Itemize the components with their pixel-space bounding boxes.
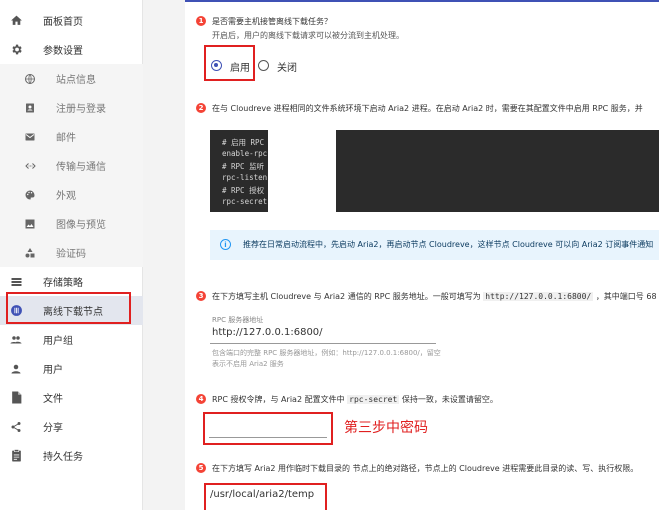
- step-badge-4: 4: [196, 394, 206, 404]
- sidebar-item-captcha[interactable]: 验证码: [0, 238, 143, 267]
- rpc-address-label: RPC 服务器地址: [212, 316, 264, 324]
- step3-code: http://127.0.0.1:6800/: [483, 292, 594, 301]
- shapes-icon: [23, 246, 37, 260]
- code-line: rpc-listen: [222, 173, 268, 182]
- group-icon: [9, 333, 23, 347]
- home-icon: [9, 14, 23, 28]
- storage-list-icon: [9, 275, 23, 289]
- sidebar-item-label: 外观: [56, 191, 76, 202]
- annotation-secret: 第三步中密码: [344, 420, 428, 436]
- step-badge-3: 3: [196, 291, 206, 301]
- gear-icon: [9, 43, 23, 57]
- step3-text-before: 在下方填写主机 Cloudreve 与 Aria2 通信的 RPC 服务地址。一…: [212, 292, 481, 301]
- sidebar: 面板首页 参数设置 站点信息 注册与登录 邮件 传输与通信 外观 图像与预览 验…: [0, 0, 143, 510]
- sidebar-item-dashboard[interactable]: 面板首页: [0, 6, 143, 35]
- palette-icon: [23, 188, 37, 202]
- sidebar-item-label: 邮件: [56, 133, 76, 144]
- sidebar-item-label: 验证码: [56, 249, 86, 260]
- sidebar-item-appearance[interactable]: 外观: [0, 180, 143, 209]
- step1-description: 开启后，用户的离线下载请求可以被分流到主机处理。: [212, 31, 404, 40]
- code-arrows-icon: [23, 159, 37, 173]
- step-badge-5: 5: [196, 463, 206, 473]
- rpc-address-help-1: 包含端口的完整 RPC 服务器地址，例如：http://127.0.0.1:68…: [212, 349, 441, 357]
- step2-text: 在与 Cloudreve 进程相同的文件系统环境下启动 Aria2 进程。在启动…: [212, 104, 643, 113]
- share-icon: [9, 420, 23, 434]
- rpc-address-underline: [210, 343, 436, 344]
- sidebar-item-register-login[interactable]: 注册与登录: [0, 93, 143, 122]
- sidebar-item-user-groups[interactable]: 用户组: [0, 325, 143, 354]
- image-icon: [23, 217, 37, 231]
- info-alert-text: 推荐在日常启动流程中，先启动 Aria2，再启动节点 Cloudreve，这样节…: [243, 240, 654, 249]
- step3-text: 在下方填写主机 Cloudreve 与 Aria2 通信的 RPC 服务地址。一…: [212, 291, 657, 302]
- step3-text-after: ，其中端口号 68: [595, 292, 657, 301]
- sidebar-item-users[interactable]: 用户: [0, 354, 143, 383]
- redaction-mask: [268, 130, 336, 212]
- sidebar-item-label: 持久任务: [43, 452, 83, 463]
- info-icon: i: [220, 239, 231, 250]
- sidebar-item-label: 参数设置: [43, 46, 83, 57]
- sidebar-item-transfer[interactable]: 传输与通信: [0, 151, 143, 180]
- sidebar-item-site-info[interactable]: 站点信息: [0, 64, 143, 93]
- sidebar-item-files[interactable]: 文件: [0, 383, 143, 412]
- sidebar-item-label: 注册与登录: [56, 104, 106, 115]
- step5-text: 在下方填写 Aria2 用作临时下载目录的 节点上的绝对路径，节点上的 Clou…: [212, 464, 639, 473]
- radio-disable-label[interactable]: 关闭: [277, 59, 297, 74]
- globe-icon: [23, 72, 37, 86]
- step1-question: 是否需要主机接管离线下载任务？: [212, 17, 332, 26]
- sidebar-item-label: 文件: [43, 394, 63, 405]
- sidebar-item-settings[interactable]: 参数设置: [0, 35, 143, 64]
- sidebar-item-label: 分享: [43, 423, 63, 434]
- radio-disable[interactable]: [258, 60, 269, 71]
- contact-card-icon: [23, 101, 37, 115]
- sidebar-item-mail[interactable]: 邮件: [0, 122, 143, 151]
- sidebar-item-label: 图像与预览: [56, 220, 106, 231]
- code-line: # 启用 RPC: [222, 138, 265, 147]
- step4-text-after: 保持一致，未设置请留空。: [401, 395, 498, 404]
- highlight-box-temp-dir: [204, 483, 327, 510]
- step4-text-before: RPC 授权令牌，与 Aria2 配置文件中: [212, 395, 345, 404]
- info-alert: i 推荐在日常启动流程中，先启动 Aria2，再启动节点 Cloudreve，这…: [210, 230, 659, 260]
- sidebar-item-persistent-tasks[interactable]: 持久任务: [0, 441, 143, 470]
- clipboard-icon: [9, 449, 23, 463]
- sidebar-item-label: 存储策略: [43, 278, 83, 289]
- sidebar-item-label: 面板首页: [43, 17, 83, 28]
- person-icon: [9, 362, 23, 376]
- code-line: rpc-secret: [222, 197, 268, 206]
- rpc-address-input[interactable]: http://127.0.0.1:6800/: [212, 327, 323, 338]
- step-badge-2: 2: [196, 103, 206, 113]
- sidebar-item-label: 站点信息: [56, 75, 96, 86]
- code-line: enable-rpc: [222, 149, 268, 158]
- code-line: # RPC 监听: [222, 162, 265, 171]
- sidebar-item-image-preview[interactable]: 图像与预览: [0, 209, 143, 238]
- step4-code: rpc-secret: [347, 395, 400, 404]
- file-icon: [9, 391, 23, 405]
- highlight-box-offline-nodes: [6, 292, 131, 324]
- rpc-address-help-2: 表示不启用 Aria2 服务: [212, 360, 284, 368]
- sidebar-item-label: 传输与通信: [56, 162, 106, 173]
- highlight-box-secret: [203, 412, 333, 445]
- step-badge-1: 1: [196, 16, 206, 26]
- sidebar-item-label: 用户组: [43, 336, 73, 347]
- sidebar-item-shares[interactable]: 分享: [0, 412, 143, 441]
- mail-icon: [23, 130, 37, 144]
- highlight-box-enable: [204, 45, 255, 81]
- sidebar-item-label: 用户: [43, 365, 63, 376]
- step4-text: RPC 授权令牌，与 Aria2 配置文件中 rpc-secret 保持一致，未…: [212, 394, 498, 405]
- code-line: # RPC 授权: [222, 186, 265, 195]
